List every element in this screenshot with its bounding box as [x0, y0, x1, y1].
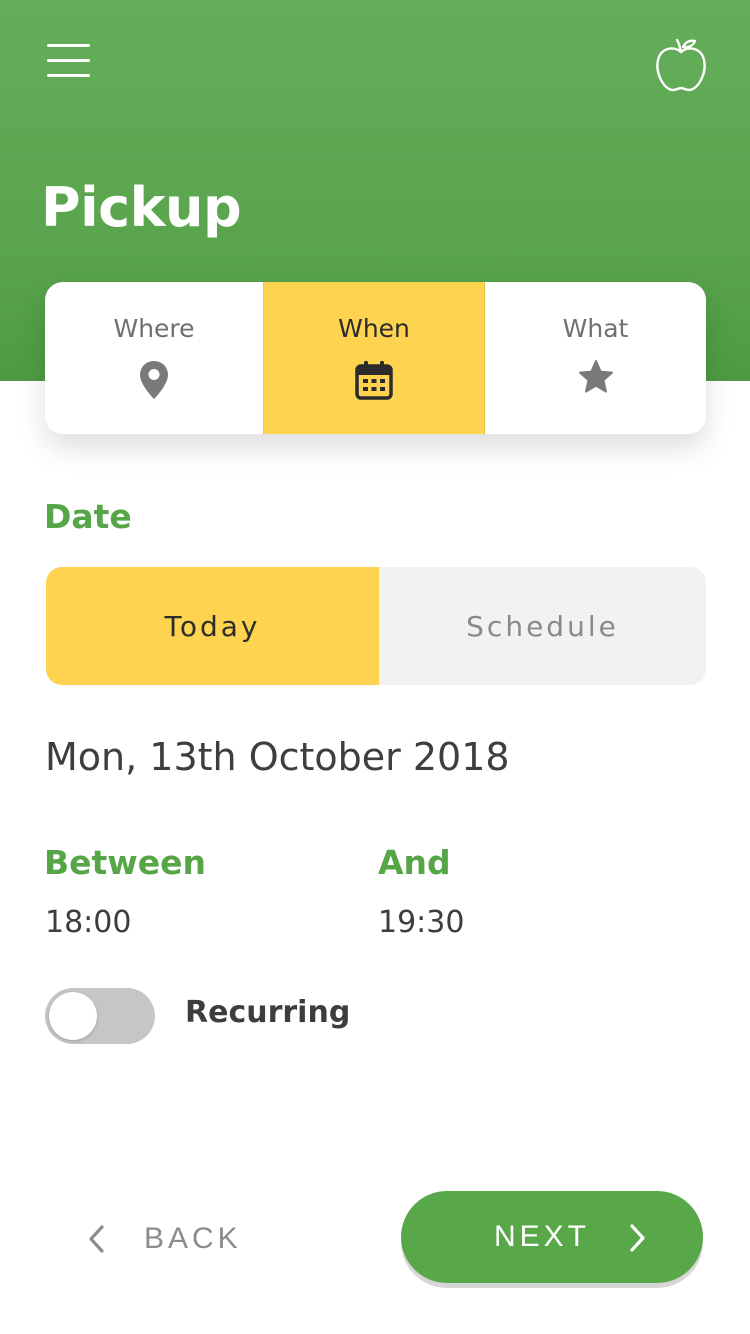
date-segmented-control: Today Schedule [46, 567, 706, 685]
recurring-label: Recurring [185, 995, 351, 1030]
and-label: And [378, 843, 451, 882]
next-button-label: NEXT [494, 1220, 591, 1253]
tab-when[interactable]: When [263, 282, 485, 434]
page-title: Pickup [41, 176, 242, 239]
end-time-field[interactable]: 19:30 [378, 905, 464, 940]
between-label: Between [44, 843, 207, 882]
map-pin-icon [140, 361, 168, 399]
tab-where[interactable]: Where [45, 282, 263, 434]
toggle-knob [49, 992, 97, 1040]
back-button[interactable]: BACK [86, 1210, 256, 1270]
schedule-option[interactable]: Schedule [379, 567, 706, 685]
next-button[interactable]: NEXT [401, 1191, 703, 1283]
back-button-label: BACK [144, 1222, 242, 1255]
hamburger-menu-icon[interactable] [47, 44, 91, 78]
selected-date[interactable]: Mon, 13th October 2018 [45, 735, 510, 779]
calendar-icon [355, 361, 393, 400]
tab-what[interactable]: What [485, 282, 706, 434]
tab-what-label: What [562, 314, 629, 343]
apple-logo-icon[interactable] [653, 36, 709, 94]
tab-when-label: When [338, 314, 410, 343]
start-time-field[interactable]: 18:00 [45, 905, 131, 940]
star-icon [578, 360, 613, 393]
chevron-right-icon [630, 1224, 645, 1252]
tab-where-label: Where [113, 314, 195, 343]
chevron-left-icon [89, 1225, 104, 1253]
step-tabs: Where When What [45, 282, 706, 434]
date-section-title: Date [44, 497, 132, 536]
today-option[interactable]: Today [46, 567, 379, 685]
recurring-toggle[interactable] [45, 988, 155, 1044]
